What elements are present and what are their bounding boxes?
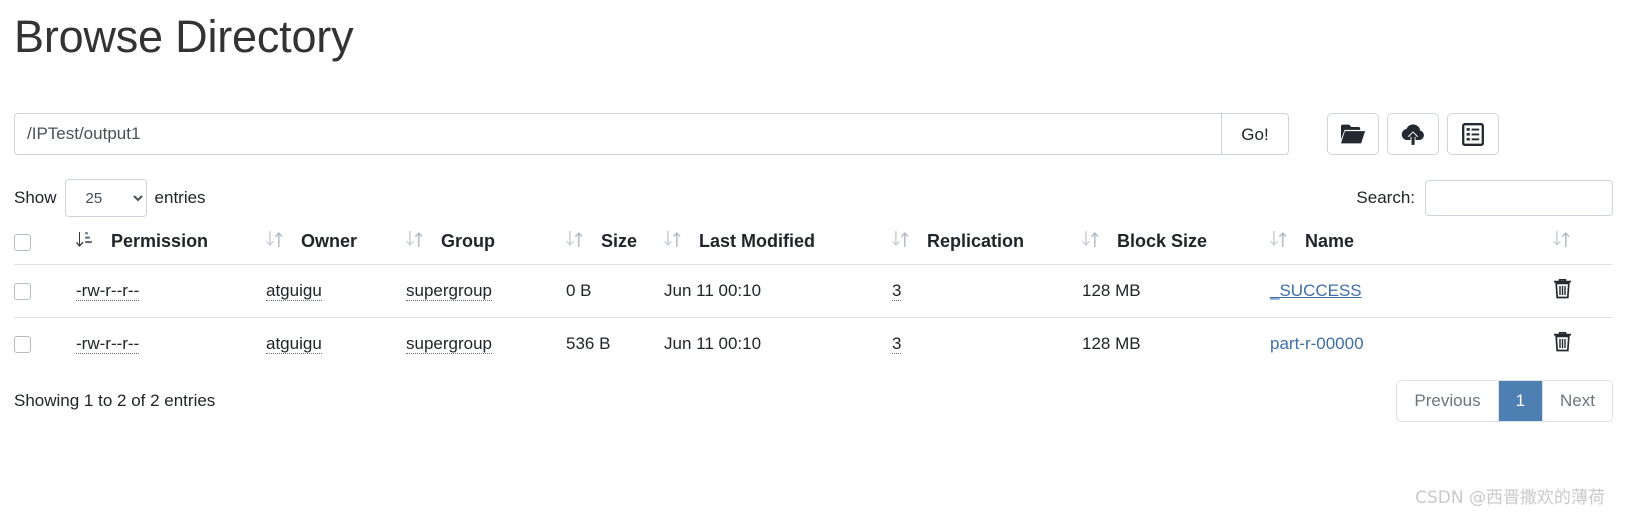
cloud-upload-icon xyxy=(1400,123,1426,146)
cell-group: supergroup xyxy=(406,264,566,318)
cell-block-size: 128 MB xyxy=(1082,264,1270,318)
watermark: CSDN @西晋撒欢的薄荷 xyxy=(1415,488,1605,508)
snapshot-table-button[interactable] xyxy=(1447,113,1499,155)
page-title: Browse Directory xyxy=(14,11,354,62)
header-size[interactable]: Size xyxy=(566,225,664,265)
table-info: Showing 1 to 2 of 2 entries xyxy=(14,391,216,411)
sort-updown-icon xyxy=(1082,231,1102,247)
header-last-modified-label: Last Modified xyxy=(699,231,816,251)
row-select-cell xyxy=(14,317,76,370)
header-group-label: Group xyxy=(441,231,496,251)
sort-updown-icon xyxy=(406,231,426,247)
pagination-page-1[interactable]: 1 xyxy=(1498,381,1544,422)
open-folder-icon xyxy=(1340,123,1366,145)
header-block-size-label: Block Size xyxy=(1117,231,1208,251)
header-replication[interactable]: Replication xyxy=(892,225,1082,265)
header-owner[interactable]: Owner xyxy=(266,225,406,265)
pagination: Previous 1 Next xyxy=(1396,380,1613,423)
pagination-next[interactable]: Next xyxy=(1543,381,1612,422)
file-name-link[interactable]: part-r-00000 xyxy=(1270,334,1364,353)
sort-updown-icon xyxy=(566,231,586,247)
sort-updown-icon xyxy=(664,231,684,247)
header-permission[interactable]: Permission xyxy=(76,225,266,265)
group-value[interactable]: supergroup xyxy=(406,334,493,354)
upload-files-button[interactable] xyxy=(1387,113,1439,155)
sort-updown-icon xyxy=(1553,231,1573,247)
table-row: -rw-r--r-- atguigu supergroup 536 B Jun … xyxy=(14,317,1613,370)
cell-delete xyxy=(1553,317,1613,370)
header-owner-label: Owner xyxy=(301,231,358,251)
header-permission-label: Permission xyxy=(111,231,209,251)
search-label: Search: xyxy=(1356,188,1415,207)
cell-owner: atguigu xyxy=(266,317,406,370)
header-name-label: Name xyxy=(1305,231,1355,251)
owner-value[interactable]: atguigu xyxy=(266,281,322,301)
path-input-group: Go! xyxy=(14,113,1289,155)
group-value[interactable]: supergroup xyxy=(406,281,493,301)
path-input[interactable] xyxy=(14,113,1221,155)
header-last-modified[interactable]: Last Modified xyxy=(664,225,892,265)
replication-value[interactable]: 3 xyxy=(892,334,902,354)
table-footer-row: Showing 1 to 2 of 2 entries Previous 1 N… xyxy=(14,380,1613,423)
delete-row-button[interactable] xyxy=(1553,278,1572,302)
cell-last-modified: Jun 11 00:10 xyxy=(664,317,892,370)
path-bar-row: Go! xyxy=(14,113,1613,155)
select-all-checkbox[interactable] xyxy=(14,233,31,251)
cell-name: part-r-00000 xyxy=(1270,317,1553,370)
permission-value[interactable]: -rw-r--r-- xyxy=(76,281,140,301)
header-name[interactable]: Name xyxy=(1270,225,1553,265)
row-checkbox[interactable] xyxy=(14,283,31,301)
toolbar-buttons xyxy=(1327,113,1499,155)
trash-icon xyxy=(1553,278,1572,302)
entries-label: entries xyxy=(154,188,206,207)
sort-amount-down-icon xyxy=(76,231,96,247)
open-folder-button[interactable] xyxy=(1327,113,1379,155)
pagination-previous[interactable]: Previous xyxy=(1397,381,1499,422)
go-button[interactable]: Go! xyxy=(1221,113,1289,155)
table-header-row: Permission Owner Group Size Last Modifie… xyxy=(14,225,1613,265)
directory-table: Permission Owner Group Size Last Modifie… xyxy=(14,225,1613,370)
replication-value[interactable]: 3 xyxy=(892,281,902,301)
show-label: Show xyxy=(14,188,57,207)
list-snapshot-icon xyxy=(1462,122,1484,146)
cell-size: 536 B xyxy=(566,317,664,370)
cell-permission: -rw-r--r-- xyxy=(76,264,266,318)
cell-replication: 3 xyxy=(892,264,1082,318)
trash-icon xyxy=(1553,331,1572,355)
cell-last-modified: Jun 11 00:10 xyxy=(664,264,892,318)
file-name-link[interactable]: _SUCCESS xyxy=(1270,281,1362,300)
header-size-label: Size xyxy=(601,231,638,251)
cell-name: _SUCCESS xyxy=(1270,264,1553,318)
cell-delete xyxy=(1553,264,1613,318)
header-delete[interactable] xyxy=(1553,225,1613,265)
entries-select[interactable]: 25 xyxy=(64,179,147,217)
search-control: Search: xyxy=(1356,180,1613,216)
row-checkbox[interactable] xyxy=(14,336,31,354)
browse-directory-page: Browse Directory Go! xyxy=(0,14,1627,514)
permission-value[interactable]: -rw-r--r-- xyxy=(76,334,140,354)
length-control: Show 25 entries xyxy=(14,179,206,217)
row-select-cell xyxy=(14,264,76,318)
sort-updown-icon xyxy=(892,231,912,247)
search-input[interactable] xyxy=(1425,180,1613,216)
header-group[interactable]: Group xyxy=(406,225,566,265)
owner-value[interactable]: atguigu xyxy=(266,334,322,354)
cell-owner: atguigu xyxy=(266,264,406,318)
table-row: -rw-r--r-- atguigu supergroup 0 B Jun 11… xyxy=(14,264,1613,318)
cell-size: 0 B xyxy=(566,264,664,318)
cell-group: supergroup xyxy=(406,317,566,370)
header-replication-label: Replication xyxy=(927,231,1025,251)
delete-row-button[interactable] xyxy=(1553,331,1572,355)
cell-permission: -rw-r--r-- xyxy=(76,317,266,370)
sort-updown-icon xyxy=(266,231,286,247)
cell-block-size: 128 MB xyxy=(1082,317,1270,370)
header-block-size[interactable]: Block Size xyxy=(1082,225,1270,265)
table-controls-row: Show 25 entries Search: xyxy=(14,177,1613,219)
sort-updown-icon xyxy=(1270,231,1290,247)
select-all-header xyxy=(14,225,76,265)
cell-replication: 3 xyxy=(892,317,1082,370)
